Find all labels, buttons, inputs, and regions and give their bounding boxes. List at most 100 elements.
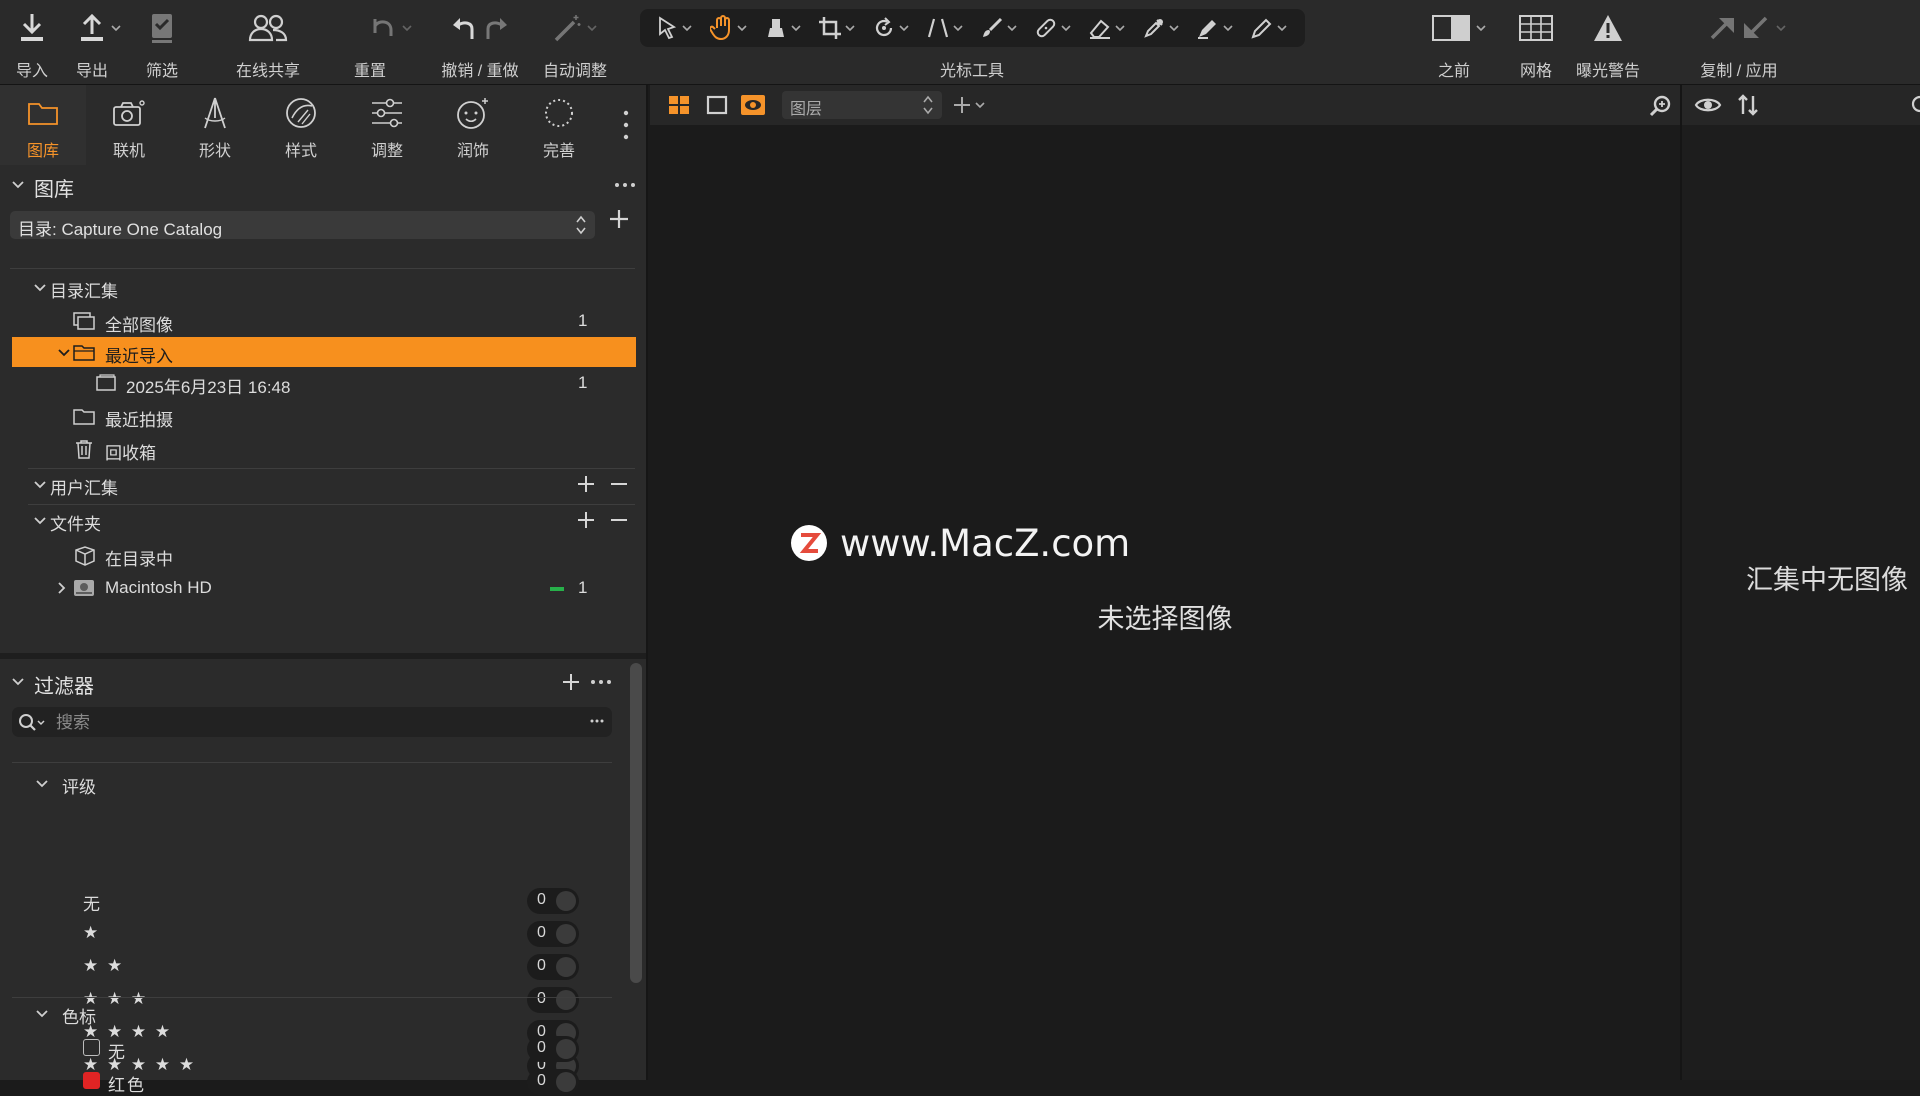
color-count-toggle[interactable]: 0	[527, 1069, 579, 1095]
rating-filter-row[interactable]: ★ ★ 0	[0, 951, 620, 981]
keystone-icon	[927, 18, 949, 38]
folder-in-catalog[interactable]: 在目录中	[12, 540, 636, 570]
folder-macintosh-hd[interactable]: Macintosh HD 1	[12, 573, 636, 603]
add-layer-icon[interactable]	[952, 95, 986, 115]
annotate-tool[interactable]	[1190, 11, 1240, 45]
add-filter-icon[interactable]	[561, 672, 581, 692]
box-icon	[75, 546, 95, 566]
zoom-icon[interactable]	[1648, 94, 1672, 118]
color-tag-filter-row[interactable]: 红色 0	[0, 1066, 620, 1096]
chevron-down-icon	[1223, 25, 1233, 32]
import-button[interactable]: 导入	[12, 0, 52, 84]
rating-label: 无	[83, 895, 102, 914]
select-tool[interactable]	[650, 11, 700, 45]
tab-style[interactable]: 样式	[258, 85, 344, 165]
rating-filter-row[interactable]: 无 0	[0, 885, 620, 915]
toggle-knob	[556, 1039, 576, 1059]
rating-filter-row[interactable]: ★ 0	[0, 918, 620, 948]
chevron-down-icon	[737, 25, 747, 32]
exposure-warning-button[interactable]: 曝光警告	[1576, 0, 1640, 84]
tab-capture-label: 联机	[112, 143, 145, 160]
filter-button[interactable]: 筛选	[142, 0, 182, 84]
collection-all-images[interactable]: 全部图像 1	[12, 306, 636, 336]
library-section-header[interactable]: 图库	[0, 167, 648, 203]
filters-scrollbar[interactable]	[630, 663, 642, 983]
library-title: 图库	[34, 179, 74, 201]
before-button[interactable]: 之前	[1428, 0, 1490, 84]
eye-view-icon[interactable]	[740, 94, 766, 116]
grid-button[interactable]: 网格	[1516, 0, 1556, 84]
color-red-swatch[interactable]	[83, 1072, 100, 1089]
remove-icon[interactable]	[609, 474, 629, 494]
tab-refine[interactable]: 完善	[516, 85, 602, 165]
collection-recent-imports[interactable]: 最近导入	[12, 337, 636, 367]
remove-icon[interactable]	[609, 510, 629, 530]
crop-tool[interactable]	[812, 11, 862, 45]
rotate-tool[interactable]	[866, 11, 916, 45]
folder-count: 1	[578, 578, 588, 597]
brush-tool[interactable]	[974, 11, 1024, 45]
loupe-tool[interactable]	[758, 11, 808, 45]
add-icon[interactable]	[576, 510, 596, 530]
tab-adjust[interactable]: 调整	[344, 85, 430, 165]
tab-style-label: 样式	[284, 143, 317, 160]
color-none-checkbox[interactable]	[83, 1039, 100, 1056]
auto-adjust-button[interactable]: 自动调整	[543, 0, 607, 84]
eye-icon[interactable]	[1694, 95, 1722, 115]
copy-apply-buttons[interactable]: 复制 / 应用	[1700, 0, 1794, 84]
rating-count-toggle[interactable]: 0	[527, 888, 579, 914]
tabs-more-button[interactable]	[622, 109, 630, 141]
reset-button[interactable]: 重置	[354, 0, 420, 84]
collection-trash[interactable]: 回收箱	[12, 434, 636, 464]
filter-search-input[interactable]	[54, 710, 558, 736]
rating-header[interactable]: 评级	[0, 768, 620, 798]
chevron-down-icon	[36, 1010, 48, 1018]
tab-library[interactable]: 图库	[0, 85, 86, 165]
grid-label: 网格	[1519, 63, 1552, 80]
search-icon[interactable]	[1910, 95, 1920, 115]
tab-retouch[interactable]: 润饰	[430, 85, 516, 165]
hard-drive-icon	[74, 580, 94, 596]
chevron-down-icon	[1776, 25, 1786, 32]
more-icon[interactable]	[590, 672, 612, 692]
heal-tool[interactable]	[1028, 11, 1078, 45]
export-button[interactable]: 导出	[72, 0, 128, 84]
collection-import-date[interactable]: 2025年6月23日 16:48 1	[12, 368, 636, 398]
color-count-toggle[interactable]: 0	[527, 1036, 579, 1062]
catalog-select[interactable]: 目录: Capture One Catalog	[10, 211, 595, 239]
add-icon[interactable]	[576, 474, 596, 494]
rating-count-toggle[interactable]: 0	[527, 921, 579, 947]
bandage-icon	[1036, 18, 1056, 38]
layer-select[interactable]: 图层	[782, 91, 942, 119]
color-picker-tool[interactable]	[1136, 11, 1186, 45]
eraser-tool[interactable]	[1082, 11, 1132, 45]
grid-view-icon[interactable]	[668, 95, 690, 115]
collection-recent-captures[interactable]: 最近拍摄	[12, 401, 636, 431]
all-images-icon	[73, 312, 95, 330]
tab-lens[interactable]: 形状	[172, 85, 258, 165]
tab-capture[interactable]: 联机	[86, 85, 172, 165]
keystone-tool[interactable]	[920, 11, 970, 45]
share-online-button[interactable]: 在线共享	[236, 0, 300, 84]
draw-tool[interactable]	[1244, 11, 1294, 45]
undo-redo-buttons[interactable]: 撤销 / 重做	[441, 0, 519, 84]
pan-tool[interactable]	[704, 11, 754, 45]
sort-icon[interactable]	[1736, 93, 1760, 117]
folders-header[interactable]: 文件夹	[12, 505, 636, 535]
user-collections-header[interactable]: 用户汇集	[12, 469, 636, 499]
color-tag-header[interactable]: 色标	[0, 998, 620, 1028]
more-icon[interactable]	[614, 175, 636, 195]
tab-refine-label: 完善	[542, 143, 575, 160]
viewer-toolbar: 图层	[650, 85, 1680, 125]
filter-search-box	[12, 707, 612, 737]
chevron-down-icon	[34, 284, 46, 292]
more-icon[interactable]	[590, 719, 604, 723]
image-viewer[interactable]: www.MacZ.com 未选择图像	[650, 125, 1680, 1080]
filters-section-header[interactable]: 过滤器	[0, 664, 648, 700]
single-view-icon[interactable]	[706, 95, 728, 115]
crop-icon	[819, 17, 841, 39]
color-tag-filter-row[interactable]: 无 0	[0, 1033, 620, 1063]
rating-count-toggle[interactable]: 0	[527, 954, 579, 980]
add-catalog-icon[interactable]	[608, 208, 630, 230]
catalog-collections-header[interactable]: 目录汇集	[12, 272, 636, 302]
